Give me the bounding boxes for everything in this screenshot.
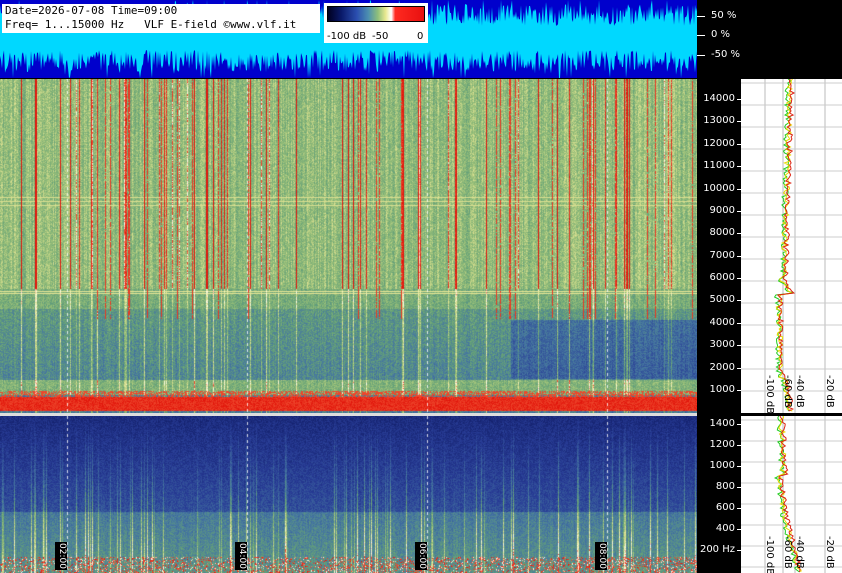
color-scale-legend: -100 dB -50 0 <box>324 3 428 43</box>
profile-db-label: -100 dB <box>764 375 775 413</box>
frequency-label: 4000 <box>709 316 735 328</box>
frequency-label: 5000 <box>709 294 735 306</box>
hour-marker: 08:00 <box>595 542 607 570</box>
frequency-label: 200 Hz <box>699 544 735 555</box>
frequency-label: 14000 <box>703 93 735 104</box>
frequency-label: 1000 <box>709 460 735 471</box>
frequency-axis-low-band: 1400 1200 1000 800 600 400 200 Hz <box>697 416 741 573</box>
hour-marker-label: 02:00 <box>57 543 67 569</box>
spectrum-profile-low-band: -100 dB -60 dB -40 dB -20 dB <box>741 416 842 573</box>
frequency-label: 11000 <box>703 160 735 172</box>
frequency-line: Freq= 1...15000 Hz VLF E-field ©www.vlf.… <box>5 18 297 31</box>
hour-marker: 04:00 <box>235 542 247 570</box>
frequency-label: 2000 <box>709 361 735 373</box>
spectrogram-full-band <box>0 79 697 413</box>
hour-marker: 02:00 <box>55 542 67 570</box>
color-scale-gradient <box>327 6 425 22</box>
frequency-axis-full-band: 14000 13000 12000 11000 10000 9000 8000 7000 600… <box>697 79 741 413</box>
frequency-label: 400 <box>715 523 735 534</box>
profile-db-label: -60 dB <box>782 375 793 408</box>
profile-db-label: -40 dB <box>794 536 805 569</box>
frequency-label: 1200 <box>709 439 735 450</box>
hour-marker-label: 04:00 <box>237 543 247 569</box>
frequency-label: 6000 <box>709 272 735 284</box>
hour-marker: 06:00 <box>415 542 427 570</box>
hour-marker-label: 06:00 <box>417 543 427 569</box>
frequency-label: 8000 <box>709 227 735 239</box>
profile-db-label: -20 dB <box>824 375 835 408</box>
waveform-label-minus50: -50 % <box>711 49 741 60</box>
waveform-tick <box>697 55 705 56</box>
spectrogram-low-band <box>0 416 697 573</box>
profile-db-label: -40 dB <box>794 375 805 408</box>
waveform-label-plus50: 50 % <box>711 10 737 21</box>
profile-db-label: -20 dB <box>824 536 835 569</box>
waveform-tick <box>697 35 705 36</box>
spectrum-profile-full-band: -100 dB -60 dB -40 dB -20 dB <box>741 79 842 413</box>
frequency-label: 10000 <box>703 182 735 194</box>
frequency-label: 9000 <box>709 204 735 216</box>
waveform-tick <box>697 16 705 17</box>
frequency-label: 3000 <box>709 339 735 351</box>
header-info-box: Date=2026-07-08 Time=09:00 Freq= 1...150… <box>2 4 320 33</box>
frequency-label: 1000 <box>709 384 735 395</box>
frequency-label: 13000 <box>703 115 735 127</box>
frequency-label: 12000 <box>703 137 735 149</box>
profile-db-label: -100 dB <box>764 536 775 573</box>
waveform-scale: 50 % 0 % -50 % <box>697 0 842 78</box>
color-scale-label-max: 0 <box>417 31 424 42</box>
profile-db-label: -60 dB <box>782 536 793 569</box>
frequency-label: 600 <box>715 502 735 513</box>
frequency-label: 7000 <box>709 249 735 261</box>
waveform-label-zero: 0 % <box>711 29 731 40</box>
frequency-label: 1400 <box>709 418 735 429</box>
hour-marker-label: 08:00 <box>597 543 607 569</box>
frequency-label: 800 <box>715 481 735 492</box>
color-scale-label-min: -100 dB <box>327 31 367 42</box>
color-scale-label-mid: -50 <box>372 31 389 42</box>
date-time-line: Date=2026-07-08 Time=09:00 <box>5 4 178 17</box>
profile-chart-full-band <box>741 79 842 413</box>
